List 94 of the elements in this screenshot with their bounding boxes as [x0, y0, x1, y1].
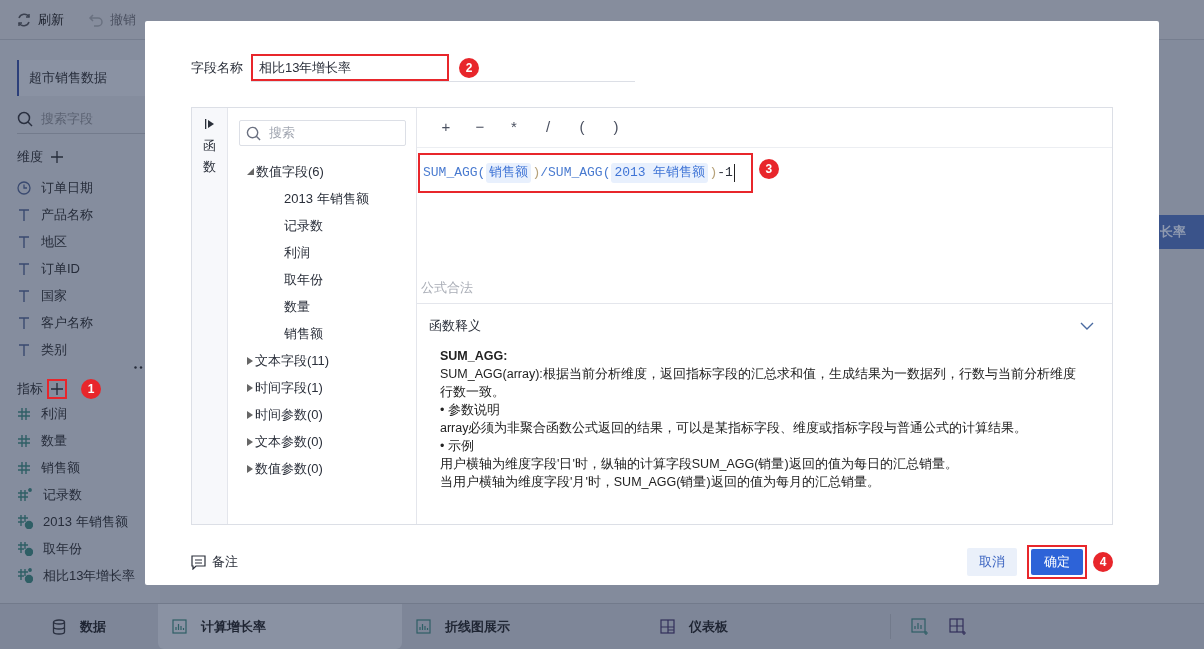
- tree-group[interactable]: 文本字段(11): [239, 347, 406, 374]
- text-type-icon: [17, 207, 31, 222]
- tree-group[interactable]: 数值字段(6): [239, 158, 406, 185]
- text-type-icon: [17, 288, 31, 303]
- field-item[interactable]: 相比13年增长率: [17, 562, 152, 589]
- sheet-tab[interactable]: 数据: [0, 604, 158, 649]
- field-item[interactable]: 国家: [17, 282, 152, 309]
- field-item[interactable]: 销售额: [17, 454, 152, 481]
- database-icon: [52, 618, 66, 635]
- hash-icon: [17, 433, 31, 448]
- field-label: 字段名称: [191, 59, 243, 78]
- caret-right-icon: [247, 437, 253, 446]
- operator-button[interactable]: +: [439, 116, 453, 139]
- tree-item[interactable]: 记录数: [239, 212, 406, 239]
- field-name-input[interactable]: 相比13年增长率: [251, 54, 449, 81]
- add-icon: [51, 383, 63, 395]
- field-item[interactable]: 数量: [17, 427, 152, 454]
- help-text: SUM_AGG(array):根据当前分析维度，返回指标字段的汇总求和值，生成结果为一数据列，行数与当前分析维度行数一致。: [440, 366, 1077, 401]
- caret-right-icon: [247, 464, 253, 473]
- tree-group[interactable]: 文本参数(0): [239, 428, 406, 455]
- tree-item[interactable]: 利润: [239, 239, 406, 266]
- caret-down-icon: [247, 168, 254, 175]
- operator-button[interactable]: −: [473, 116, 487, 139]
- operator-button[interactable]: *: [507, 116, 521, 139]
- add-icon[interactable]: [51, 151, 63, 163]
- hash-function-icon: [17, 541, 33, 556]
- tree-group[interactable]: 时间字段(1): [239, 374, 406, 401]
- tree-item[interactable]: 销售额: [239, 320, 406, 347]
- help-heading: SUM_AGG:: [440, 348, 509, 365]
- hash-icon: [17, 406, 31, 421]
- text-type-icon: [17, 315, 31, 330]
- field-item[interactable]: 订单ID: [17, 255, 152, 282]
- hash-star-icon: [17, 487, 33, 502]
- field-item[interactable]: 客户名称: [17, 309, 152, 336]
- add-button[interactable]: [47, 379, 67, 399]
- field-item[interactable]: 类别: [17, 336, 152, 363]
- caret-right-icon: [247, 410, 253, 419]
- sheet-tab[interactable]: 折线图展示: [402, 604, 646, 649]
- help-text: 用户横轴为维度字段'日'时，纵轴的计算字段SUM_AGG(销量)返回的值为每日的汇总销量。: [440, 456, 959, 473]
- help-title: 函数释义: [429, 316, 481, 335]
- chevron-down-icon[interactable]: [1080, 320, 1094, 331]
- section-label: 维度: [17, 148, 43, 167]
- formula-editor[interactable]: SUM_AGG( 销售额 )/SUM_AGG( 2013 年销售额 )-1: [418, 153, 753, 193]
- step-number-badge: 4: [1093, 552, 1113, 572]
- grid-layout-icon: [660, 619, 675, 634]
- add-dashboard-icon[interactable]: [949, 617, 967, 636]
- bar-chart-icon: [416, 619, 431, 634]
- operator-button[interactable]: (: [575, 116, 589, 139]
- text-type-icon: [17, 342, 31, 357]
- tree-item[interactable]: 2013 年销售额: [239, 185, 406, 212]
- field-item[interactable]: 产品名称: [17, 201, 152, 228]
- clock-icon: [17, 180, 31, 195]
- tree-group[interactable]: 时间参数(0): [239, 401, 406, 428]
- note-button[interactable]: 备注: [191, 552, 238, 572]
- help-text: • 参数说明: [440, 402, 501, 419]
- help-text: 当用户横轴为维度字段'月'时，SUM_AGG(销量)返回的值为每月的汇总销量。: [440, 474, 881, 491]
- text-type-icon: [17, 261, 31, 276]
- field-item[interactable]: 2013 年销售额: [17, 508, 152, 535]
- cancel-button[interactable]: 取消: [967, 548, 1017, 576]
- field-item[interactable]: 利润: [17, 400, 152, 427]
- expand-icon: [203, 118, 216, 130]
- search-icon: [246, 125, 261, 141]
- caret-right-icon: [247, 383, 253, 392]
- refresh-icon: [16, 11, 32, 28]
- side-tab[interactable]: 函数: [192, 108, 228, 524]
- step-number-badge: 3: [758, 159, 779, 179]
- undo-icon: [88, 11, 104, 28]
- tree-group[interactable]: 数值参数(0): [239, 455, 406, 482]
- hash-function-icon: [17, 568, 33, 583]
- step-number-badge: 2: [459, 57, 479, 78]
- hash-icon: [17, 460, 31, 475]
- help-text: • 示例: [440, 438, 475, 455]
- search-icon: [17, 110, 33, 127]
- caret-right-icon: [247, 356, 253, 365]
- sheet-tab[interactable]: 仪表板: [646, 604, 890, 649]
- text-type-icon: [17, 234, 31, 249]
- help-text: array必须为非聚合函数公式返回的结果，可以是某指标字段、维度或指标字段与普通公式的计算结果。: [440, 420, 1029, 437]
- confirm-button[interactable]: 确定: [1031, 549, 1083, 575]
- step-number-badge: 1: [81, 379, 101, 399]
- bar-chart-icon: [172, 619, 187, 634]
- hash-function-icon: [17, 514, 33, 529]
- toolbar-button[interactable]: 刷新: [16, 9, 64, 30]
- sheet-tab[interactable]: 计算增长率: [158, 604, 402, 649]
- field-item[interactable]: 地区: [17, 228, 152, 255]
- section-label: 指标: [17, 380, 43, 399]
- operator-button[interactable]: /: [541, 116, 555, 139]
- operator-button[interactable]: ): [609, 116, 623, 139]
- comment-icon: [191, 554, 206, 570]
- tree-item[interactable]: 数量: [239, 293, 406, 320]
- validation-status: 公式合法: [420, 279, 474, 297]
- field-item[interactable]: 记录数: [17, 481, 152, 508]
- field-item[interactable]: 订单日期: [17, 174, 152, 201]
- tree-item[interactable]: 取年份: [239, 266, 406, 293]
- field-item[interactable]: 取年份: [17, 535, 152, 562]
